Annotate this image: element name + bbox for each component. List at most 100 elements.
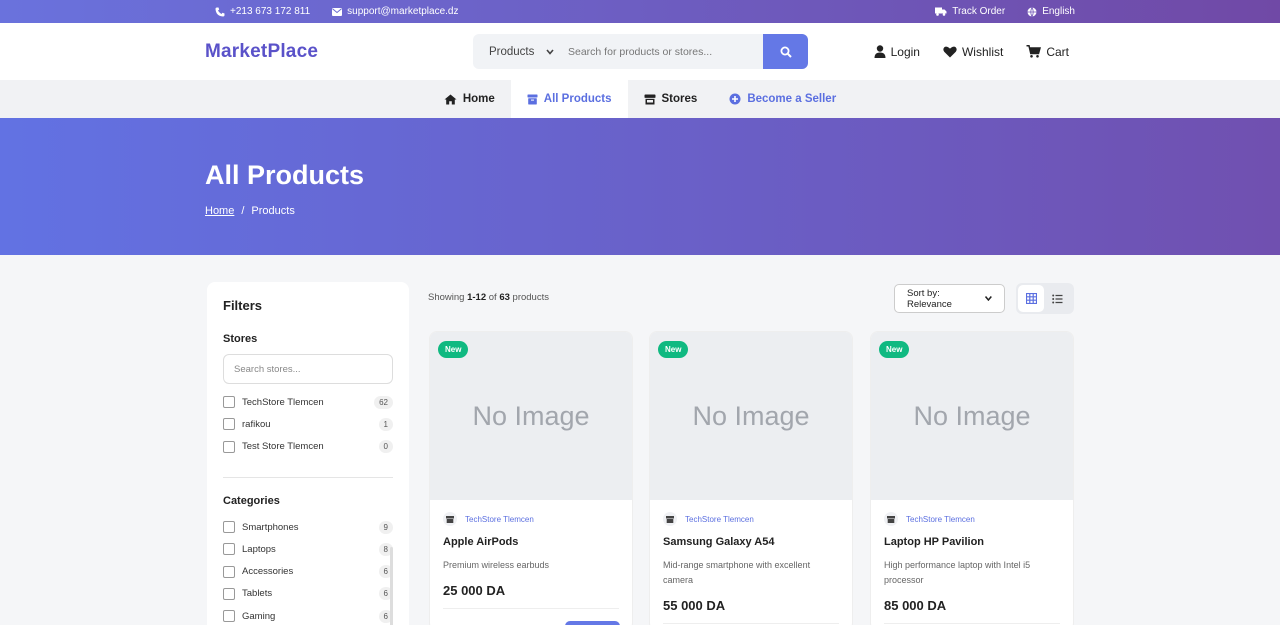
main-nav: Home All Products Stores Become a Seller	[0, 80, 1280, 118]
store-filter-label: Test Store Tlemcen	[242, 441, 324, 453]
email-contact[interactable]: support@marketplace.dz	[332, 6, 459, 17]
product-description: Mid-range smartphone with excellent came…	[663, 560, 811, 585]
add-to-cart-button[interactable]	[565, 621, 620, 625]
product-name[interactable]: Samsung Galaxy A54	[663, 536, 839, 548]
product-card[interactable]: New No Image TechStore Tlemcen Apple Air…	[429, 331, 633, 625]
product-info: TechStore Tlemcen Samsung Galaxy A54 Mid…	[650, 500, 852, 625]
product-store-name: TechStore Tlemcen	[685, 514, 754, 524]
nav-home-label: Home	[462, 93, 495, 105]
results-count: Showing 1-12 of 63 products	[428, 292, 549, 303]
login-label: Login	[890, 44, 920, 59]
store-filter-item[interactable]: Test Store Tlemcen 0	[223, 436, 393, 458]
category-filter-item[interactable]: Smartphones 9	[223, 516, 393, 538]
showing-prefix: Showing	[428, 292, 465, 303]
search-button[interactable]	[763, 34, 808, 69]
showing-suffix: products	[512, 292, 549, 303]
store-filter-item[interactable]: rafikou 1	[223, 413, 393, 435]
phone-icon	[215, 7, 225, 16]
product-info: TechStore Tlemcen Laptop HP Pavilion Hig…	[871, 500, 1073, 625]
product-price: 55 000 DA	[663, 598, 726, 613]
product-store-link[interactable]: TechStore Tlemcen	[663, 512, 839, 526]
checkbox[interactable]	[223, 565, 235, 578]
wishlist-label: Wishlist	[961, 44, 1004, 59]
image-placeholder-text: No Image	[913, 400, 1031, 431]
new-badge: New	[879, 341, 910, 358]
product-image[interactable]: New No Image	[650, 332, 852, 500]
list-view-button[interactable]	[1044, 285, 1070, 312]
home-icon	[444, 94, 457, 104]
globe-icon	[1027, 6, 1037, 17]
heart-icon	[943, 46, 957, 57]
product-store-name: TechStore Tlemcen	[465, 514, 534, 524]
grid-view-button[interactable]	[1018, 285, 1044, 312]
envelope-icon	[332, 7, 343, 16]
category-filter-item[interactable]: Laptops 8	[223, 538, 393, 560]
site-logo[interactable]: MarketPlace	[205, 41, 318, 63]
breadcrumb-separator: /	[241, 205, 245, 217]
count-badge: 62	[374, 395, 393, 409]
sort-label: Sort by: Relevance	[907, 287, 952, 310]
product-image[interactable]: New No Image	[871, 332, 1073, 500]
product-price: 85 000 DA	[884, 598, 947, 613]
top-bar: +213 673 172 811 support@marketplace.dz …	[0, 0, 1280, 23]
checkbox[interactable]	[223, 396, 235, 409]
count-badge: 9	[378, 520, 393, 534]
product-store-link[interactable]: TechStore Tlemcen	[443, 512, 619, 526]
store-filter-item[interactable]: TechStore Tlemcen 62	[223, 391, 393, 413]
checkbox[interactable]	[223, 418, 235, 431]
checkbox[interactable]	[223, 610, 235, 623]
login-link[interactable]: Login	[874, 45, 920, 59]
nav-become-seller[interactable]: Become a Seller	[713, 80, 852, 118]
search-category-select[interactable]: Products	[473, 46, 558, 58]
category-filter-item[interactable]: Tablets 6	[223, 583, 393, 605]
phone-contact[interactable]: +213 673 172 811	[215, 6, 310, 17]
sort-select[interactable]: Sort by: Relevance	[894, 284, 1005, 313]
product-store-name: TechStore Tlemcen	[906, 514, 975, 524]
checkbox[interactable]	[223, 440, 235, 453]
category-filter-label: Laptops	[242, 543, 276, 555]
main-content: Filters Stores Search stores... TechStor…	[0, 255, 1280, 625]
category-scrollbar[interactable]	[390, 547, 393, 625]
box-icon	[527, 94, 538, 104]
plus-circle-icon	[729, 93, 741, 105]
product-price: 25 000 DA	[443, 583, 506, 598]
support-email: support@marketplace.dz	[347, 6, 459, 17]
cart-link[interactable]: Cart	[1026, 45, 1069, 59]
product-name[interactable]: Apple AirPods	[443, 536, 619, 548]
product-card[interactable]: New No Image TechStore Tlemcen Samsung G…	[649, 331, 853, 625]
language-selector[interactable]: English	[1027, 6, 1075, 17]
results-range: 1-12	[467, 292, 487, 303]
checkbox[interactable]	[223, 587, 235, 600]
track-order-label: Track Order	[952, 6, 1006, 17]
track-order-link[interactable]: Track Order	[935, 6, 1005, 17]
cart-icon	[1026, 45, 1042, 58]
wishlist-link[interactable]: Wishlist	[943, 45, 1003, 59]
showing-of: of	[488, 292, 497, 303]
category-filter-item[interactable]: Gaming 6	[223, 605, 393, 625]
chevron-down-icon	[546, 48, 554, 55]
checkbox[interactable]	[223, 543, 235, 556]
product-description: High performance laptop with Intel i5 pr…	[884, 560, 1031, 585]
divider	[443, 608, 619, 609]
product-name[interactable]: Laptop HP Pavilion	[884, 536, 1060, 548]
divider	[223, 476, 393, 478]
store-search-input[interactable]: Search stores...	[223, 354, 393, 384]
category-filter-label: Tablets	[242, 588, 273, 600]
product-store-link[interactable]: TechStore Tlemcen	[884, 512, 1060, 526]
nav-all-products-label: All Products	[543, 93, 612, 105]
product-image[interactable]: New No Image	[430, 332, 632, 500]
nav-stores[interactable]: Stores	[628, 80, 714, 118]
phone-number: +213 673 172 811	[230, 6, 311, 17]
store-filter-label: rafikou	[242, 418, 271, 430]
category-filter-item[interactable]: Accessories 6	[223, 560, 393, 582]
divider	[884, 623, 1060, 624]
search-input[interactable]: Search for products or stores...	[558, 46, 763, 58]
page-title: All Products	[205, 160, 365, 190]
checkbox[interactable]	[223, 521, 235, 534]
nav-all-products[interactable]: All Products	[510, 80, 628, 118]
breadcrumb-home-link[interactable]: Home	[205, 205, 234, 217]
category-filter-label: Accessories	[242, 566, 294, 578]
product-card[interactable]: New No Image TechStore Tlemcen Laptop HP…	[870, 331, 1074, 625]
chevron-down-icon	[985, 296, 992, 301]
nav-home[interactable]: Home	[428, 80, 511, 118]
